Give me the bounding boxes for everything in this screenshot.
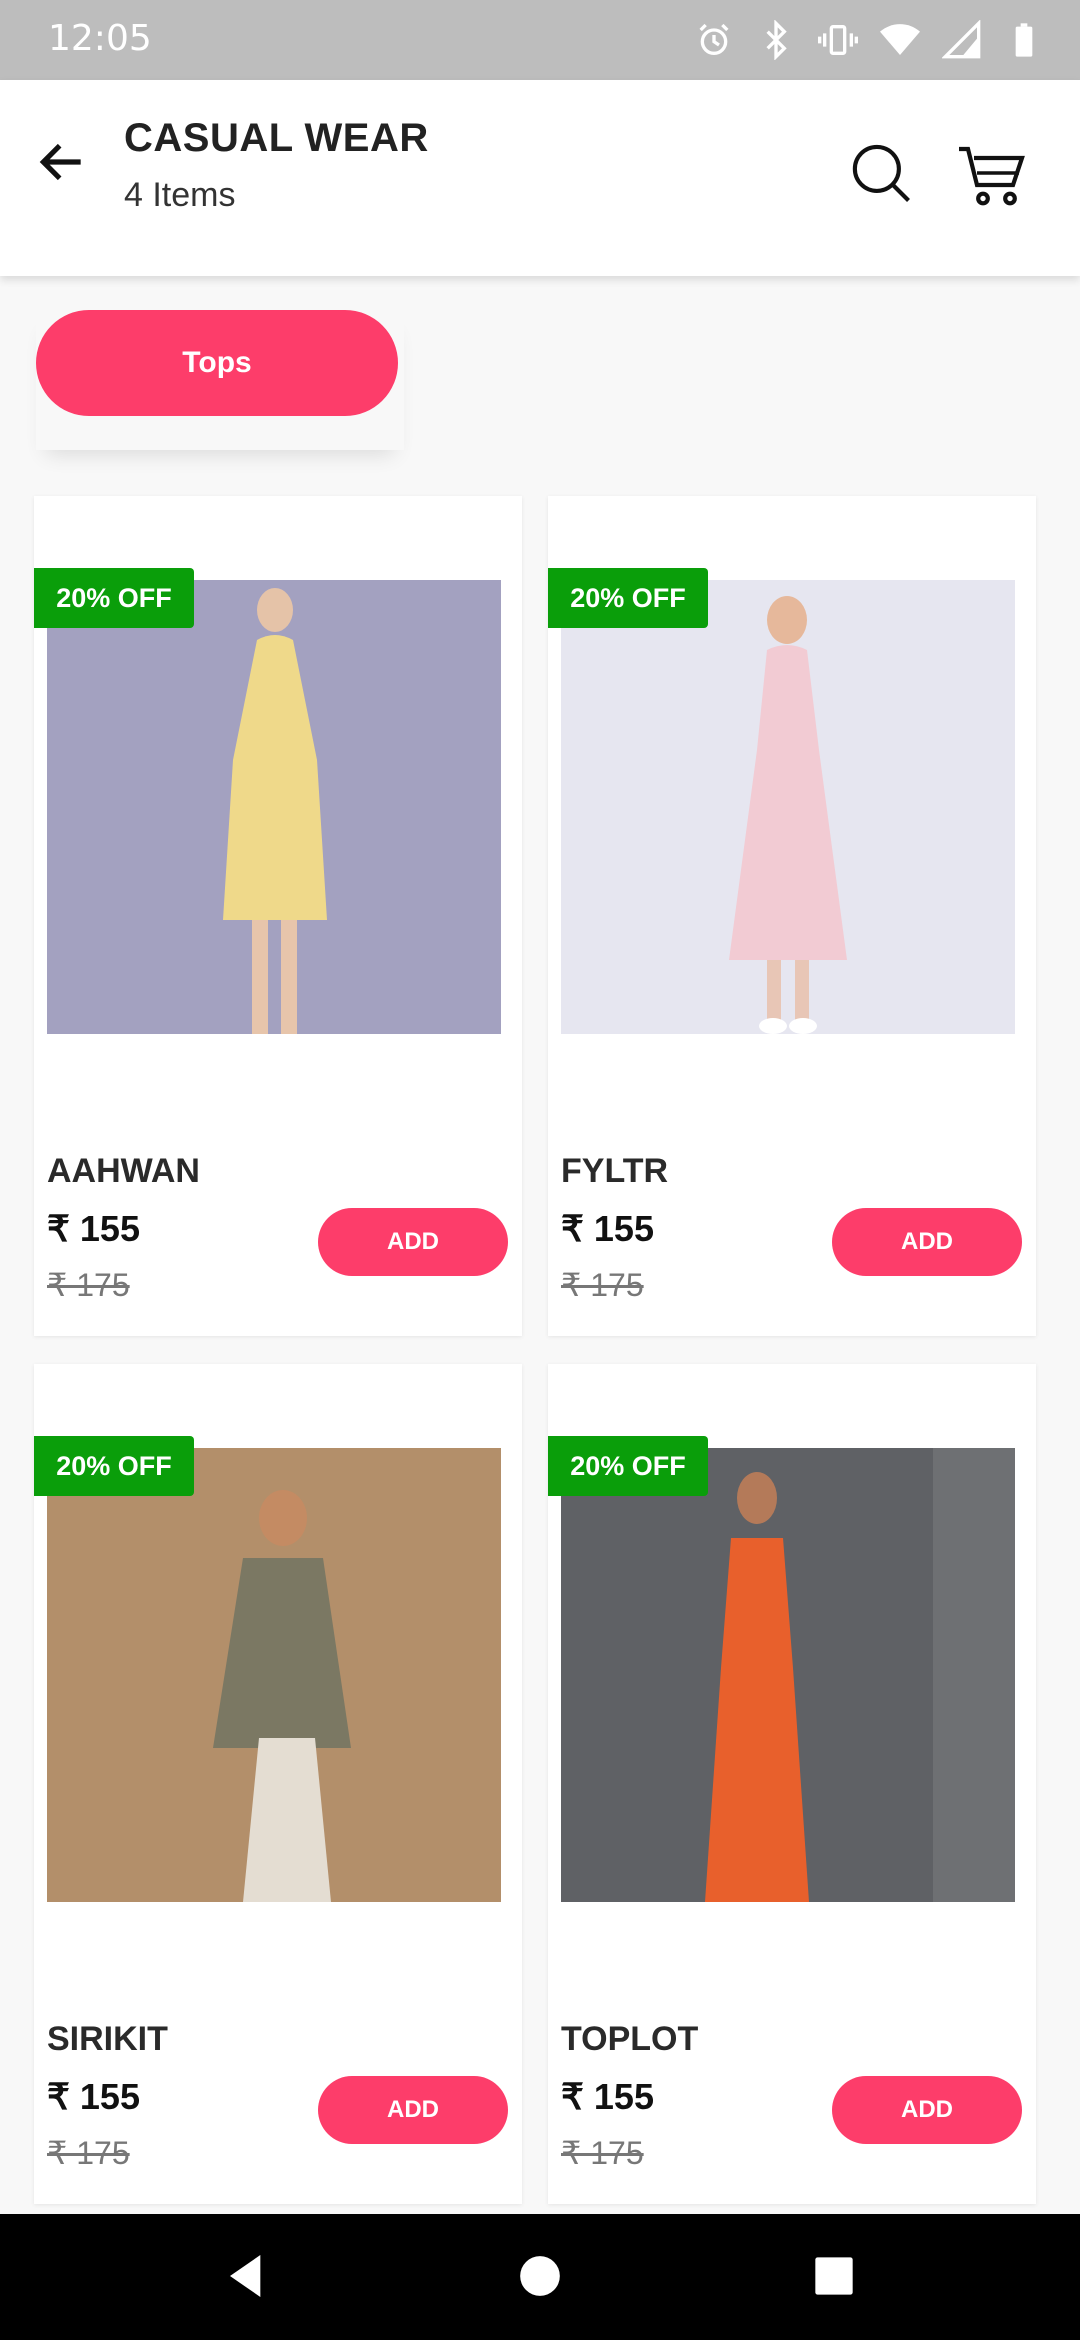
system-nav-bar — [0, 2214, 1080, 2340]
app-bar: CASUAL WEAR 4 Items — [0, 80, 1080, 276]
filter-bar: Tops — [36, 310, 404, 450]
item-count: 4 Items — [124, 176, 236, 214]
battery-icon — [1015, 23, 1033, 57]
circle-home-icon — [520, 2256, 560, 2296]
product-price: ₹ 155 — [561, 1208, 654, 1249]
nav-back-button[interactable] — [216, 2248, 272, 2304]
product-mrp: ₹ 175 — [561, 2135, 644, 2171]
triangle-back-icon — [230, 2255, 261, 2297]
bluetooth-icon — [766, 20, 787, 60]
discount-badge: 20% OFF — [548, 568, 708, 628]
product-mrp: ₹ 175 — [561, 1267, 644, 1303]
filter-chip-tops[interactable]: Tops — [36, 310, 398, 416]
product-image — [47, 1448, 501, 1902]
model-figure — [729, 596, 847, 1034]
product-card[interactable]: 20% OFF AAHWAN ₹ 155 ₹ 175 ADD — [34, 496, 522, 1336]
product-card[interactable]: 20% OFF TOPLOT ₹ 155 ₹ 175 ADD — [548, 1364, 1036, 2204]
add-button[interactable]: ADD — [832, 2076, 1022, 2144]
product-mrp: ₹ 175 — [47, 1267, 130, 1303]
status-time: 12:05 — [48, 18, 152, 59]
product-name: TOPLOT — [561, 2020, 699, 2058]
square-recents-icon — [815, 2257, 853, 2295]
product-price: ₹ 155 — [561, 2076, 654, 2117]
product-price: ₹ 155 — [47, 2076, 140, 2117]
add-button[interactable]: ADD — [318, 2076, 508, 2144]
vibrate-icon — [818, 25, 858, 55]
product-image — [561, 580, 1015, 1034]
model-figure — [705, 1448, 1015, 1902]
status-bar: 12:05 — [0, 0, 1080, 80]
search-icon — [852, 144, 910, 202]
status-icons — [694, 18, 1044, 62]
search-button[interactable] — [848, 140, 914, 206]
product-name: SIRIKIT — [47, 2020, 168, 2058]
back-button[interactable] — [34, 134, 90, 190]
product-card[interactable]: 20% OFF SIRIKIT ₹ 155 ₹ 175 ADD — [34, 1364, 522, 2204]
add-button[interactable]: ADD — [318, 1208, 508, 1276]
add-button[interactable]: ADD — [832, 1208, 1022, 1276]
model-figure — [213, 1490, 351, 1902]
nav-recents-button[interactable] — [806, 2248, 862, 2304]
model-figure — [223, 588, 327, 1034]
alarm-icon — [699, 23, 729, 56]
cart-button[interactable] — [956, 140, 1028, 212]
page-title: CASUAL WEAR — [124, 116, 429, 160]
discount-badge: 20% OFF — [34, 1436, 194, 1496]
nav-home-button[interactable] — [512, 2248, 568, 2304]
product-card[interactable]: 20% OFF FYLTR ₹ 155 ₹ 175 ADD — [548, 496, 1036, 1336]
product-price: ₹ 155 — [47, 1208, 140, 1249]
product-name: AAHWAN — [47, 1152, 200, 1190]
cart-icon — [959, 146, 1025, 206]
product-mrp: ₹ 175 — [47, 2135, 130, 2171]
product-image — [47, 580, 501, 1034]
discount-badge: 20% OFF — [548, 1436, 708, 1496]
arrow-left-icon — [39, 143, 81, 181]
signal-icon — [942, 20, 981, 59]
product-name: FYLTR — [561, 1152, 669, 1190]
wifi-icon — [880, 24, 920, 55]
discount-badge: 20% OFF — [34, 568, 194, 628]
product-image — [561, 1448, 1015, 1902]
